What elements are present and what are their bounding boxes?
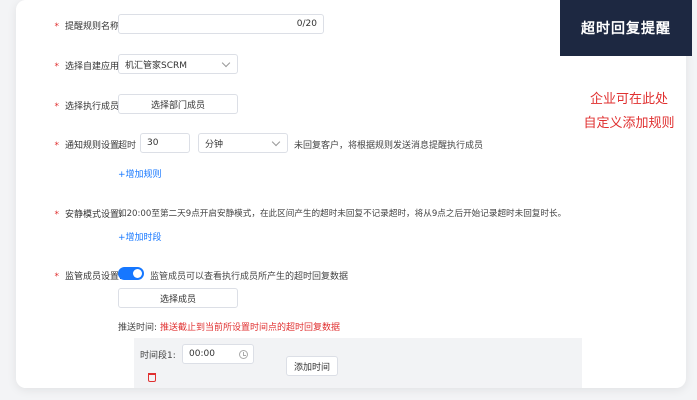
main-frame: * 提醒规则名称: 0/20 * 选择自建应用: 机汇管家SCRM * 选择执行成员:…: [16, 0, 686, 388]
supervisor-row: * 监管成员设置: 监管成员可以查看执行成员所产生的超时回复数据 选择成员 推送时…: [16, 266, 576, 336]
rule-name-counter: 0/20: [296, 19, 317, 29]
notify-label: * 通知规则设置:: [54, 141, 122, 151]
app-label: * 选择自建应用:: [54, 62, 122, 72]
notify-prefix: 超时: [118, 141, 137, 151]
add-rule-link[interactable]: +增加规则: [118, 167, 162, 180]
time-slot-input[interactable]: 00:00: [182, 344, 254, 364]
select-members-button[interactable]: 选择成员: [118, 288, 238, 308]
push-time-text: 推送截止到当前所设置时间点的超时回复数据: [160, 323, 341, 333]
quiet-row: * 安静模式设置: 如20:00至第二天9点开启安静模式，在此区间产生的超时未回复…: [16, 205, 576, 243]
rule-name-row: * 提醒规则名称: 0/20: [16, 14, 576, 34]
add-time-button[interactable]: 添加时间: [286, 356, 338, 376]
app-select[interactable]: 机汇管家SCRM: [118, 54, 238, 74]
timeout-amount-input[interactable]: 30: [140, 133, 190, 153]
time-slot-panel: 时间段1: 00:00 添加时间: [134, 338, 582, 388]
add-period-link[interactable]: +增加时段: [118, 230, 162, 243]
side-note: 企业可在此处 自定义添加规则: [566, 88, 692, 136]
quiet-description: 如20:00至第二天9点开启安静模式，在此区间产生的超时未回复不记录超时，将从9…: [118, 209, 567, 219]
supervisor-label: * 监管成员设置:: [54, 272, 122, 282]
rule-name-input[interactable]: 0/20: [118, 14, 324, 34]
supervisor-toggle-text: 监管成员可以查看执行成员所产生的超时回复数据: [150, 272, 349, 282]
members-label: * 选择执行成员:: [54, 102, 122, 112]
banner-title: 超时回复提醒: [560, 0, 692, 56]
notify-suffix: 未回复客户，将根据规则发送消息提醒执行成员: [294, 141, 484, 151]
chevron-down-icon: [271, 137, 281, 147]
rule-form: * 提醒规则名称: 0/20 * 选择自建应用: 机汇管家SCRM * 选择执行成员:…: [16, 0, 576, 388]
timeout-unit-select[interactable]: 分钟: [198, 133, 288, 153]
app-row: * 选择自建应用: 机汇管家SCRM: [16, 54, 576, 74]
trash-icon[interactable]: [148, 373, 156, 382]
side-note-line2: 自定义添加规则: [583, 116, 675, 131]
time-slot-label: 时间段1:: [140, 351, 176, 361]
chevron-down-icon: [221, 58, 231, 68]
notify-row: * 通知规则设置: 超时 30 分钟 未回复客户，将根据规则发送消息提醒执行成员 …: [16, 133, 576, 181]
members-row: * 选择执行成员: 选择部门成员: [16, 94, 576, 114]
clock-icon: [239, 350, 248, 359]
supervisor-toggle[interactable]: [118, 267, 144, 280]
rule-name-label: * 提醒规则名称:: [54, 22, 122, 32]
push-time-label: 推送时间:: [118, 323, 158, 333]
side-note-line1: 企业可在此处: [589, 92, 668, 107]
select-department-members-button[interactable]: 选择部门成员: [118, 94, 238, 114]
quiet-label: * 安静模式设置:: [54, 210, 122, 220]
